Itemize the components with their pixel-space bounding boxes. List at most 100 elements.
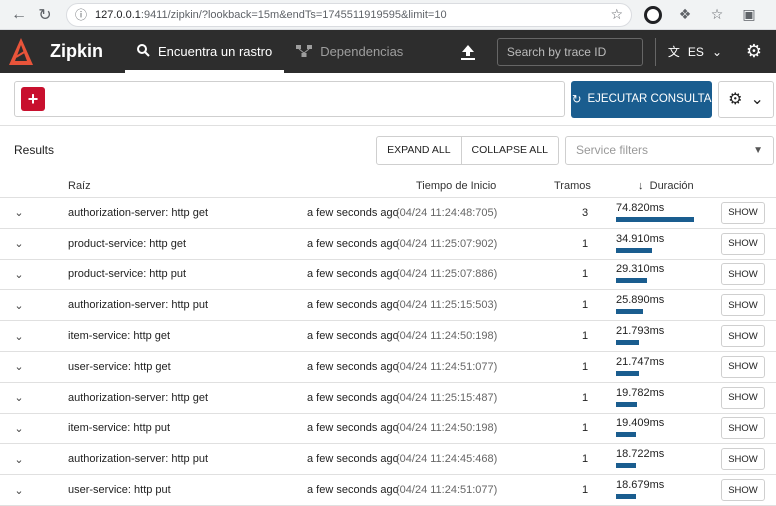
query-criteria-input[interactable]: + [14, 81, 566, 117]
column-duration[interactable]: ↓ Duración [638, 180, 694, 192]
table-row[interactable]: ⌄ authorization-server: http get a few sec… [0, 383, 776, 414]
table-row[interactable]: ⌄ authorization-server: http put a few sec… [0, 444, 776, 476]
collapse-all-button[interactable]: COLLAPSE ALL [460, 136, 558, 164]
show-trace-button[interactable]: SHOW [721, 263, 765, 286]
run-query-button[interactable]: ↻ EJECUTAR CONSULTA [571, 80, 713, 118]
span-count: 1 [582, 330, 589, 343]
chevron-down-icon[interactable]: ⌄ [12, 360, 26, 374]
show-trace-button[interactable]: SHOW [721, 417, 765, 440]
translate-icon: 文 [667, 45, 680, 59]
root-span-name: authorization-server: http get [68, 206, 209, 219]
add-criteria-button[interactable]: + [21, 87, 45, 111]
column-spans[interactable]: Tramos [554, 180, 591, 192]
duration-bar [616, 247, 652, 253]
url-text: 127.0.0.1:9411/zipkin/?lookback=15m&endT… [95, 9, 610, 21]
trace-id-search-input[interactable]: Search by trace ID [496, 37, 643, 66]
duration-cell: 18.722ms [616, 448, 706, 470]
language-selector[interactable]: 文 ES ⌄ [668, 43, 722, 60]
tab-find-trace-label: Encuentra un rastro [158, 44, 273, 59]
profile-icon[interactable] [642, 4, 664, 26]
duration-cell: 18.679ms [616, 479, 706, 501]
chevron-down-icon[interactable]: ⌄ [12, 391, 26, 405]
chevron-down-icon[interactable]: ⌄ [12, 483, 26, 497]
address-bar[interactable]: ⓘ 127.0.0.1:9411/zipkin/?lookback=15m&en… [66, 2, 632, 27]
results-toolbar: Results EXPAND ALL COLLAPSE ALL Service … [0, 126, 776, 174]
table-row[interactable]: ⌄ item-service: http put a few seconds ago… [0, 414, 776, 445]
root-span-name: product-service: http put [68, 268, 187, 281]
relative-time: a few seconds ago [307, 360, 399, 373]
gear-icon[interactable]: ⚙ [740, 38, 768, 66]
service-filters-placeholder: Service filters [576, 143, 649, 157]
duration-cell: 29.310ms [616, 263, 706, 285]
duration-bar [616, 401, 637, 407]
search-icon [137, 43, 150, 60]
table-row[interactable]: ⌄ product-service: http put a few seconds … [0, 260, 776, 291]
caret-down-icon: ▼ [753, 144, 763, 156]
chevron-down-icon[interactable]: ⌄ [12, 421, 26, 435]
duration-value: 74.820ms [616, 201, 665, 214]
column-start-time[interactable]: Tiempo de Inicio [416, 180, 496, 192]
collections-icon[interactable]: ▣ [738, 4, 760, 26]
chevron-down-icon[interactable]: ⌄ [12, 237, 26, 251]
chevron-down-icon[interactable]: ⌄ [12, 298, 26, 312]
tab-dependencies[interactable]: Dependencias [284, 30, 415, 73]
show-trace-button[interactable]: SHOW [721, 448, 765, 471]
browser-toolbar: ← ↻ ⓘ 127.0.0.1:9411/zipkin/?lookback=15… [0, 0, 776, 30]
bookmark-star-icon[interactable]: ☆ [610, 6, 623, 23]
span-count: 1 [582, 360, 589, 373]
duration-bar [616, 370, 639, 376]
column-duration-label: Duración [649, 179, 694, 192]
show-trace-button[interactable]: SHOW [721, 325, 765, 348]
expand-all-button[interactable]: EXPAND ALL [377, 137, 460, 164]
duration-cell: 34.910ms [616, 233, 706, 255]
duration-value: 21.747ms [616, 355, 665, 368]
upload-icon[interactable] [453, 37, 483, 67]
duration-cell: 21.747ms [616, 356, 706, 378]
query-settings-button[interactable]: ⚙ ⌄ [718, 80, 774, 118]
duration-bar [616, 340, 639, 346]
reload-icon[interactable]: ↻ [32, 2, 58, 28]
table-row[interactable]: ⌄ user-service: http put a few seconds ago… [0, 475, 776, 506]
dependencies-icon [296, 44, 313, 60]
show-trace-button[interactable]: SHOW [721, 201, 765, 224]
show-trace-button[interactable]: SHOW [721, 386, 765, 409]
column-root[interactable]: Raíz [68, 180, 91, 192]
show-trace-button[interactable]: SHOW [721, 355, 765, 378]
show-trace-button[interactable]: SHOW [721, 294, 765, 317]
start-timestamp: (04/24 11:24:50:198) [396, 330, 498, 343]
expand-collapse-group: EXPAND ALL COLLAPSE ALL [376, 135, 559, 165]
span-count: 1 [582, 391, 589, 404]
tab-find-trace[interactable]: Encuentra un rastro [125, 30, 285, 73]
table-row[interactable]: ⌄ user-service: http get a few seconds ago… [0, 352, 776, 383]
url-path: :9411/zipkin/?lookback=15m&endTs=1745511… [140, 8, 447, 21]
extensions-icon[interactable]: ❖ [674, 4, 696, 26]
zipkin-logo-icon[interactable] [2, 30, 40, 73]
duration-bar [616, 463, 636, 469]
show-trace-button[interactable]: SHOW [721, 232, 765, 255]
gear-icon: ⚙ [728, 91, 743, 108]
back-icon[interactable]: ← [6, 2, 32, 28]
chevron-down-icon[interactable]: ⌄ [12, 267, 26, 281]
span-count: 1 [582, 237, 589, 250]
relative-time: a few seconds ago [307, 484, 399, 497]
table-row[interactable]: ⌄ authorization-server: http get a few sec… [0, 198, 776, 229]
chevron-down-icon[interactable]: ⌄ [12, 206, 26, 220]
relative-time: a few seconds ago [307, 206, 399, 219]
duration-value: 29.310ms [616, 263, 665, 276]
table-row[interactable]: ⌄ item-service: http get a few seconds ago… [0, 321, 776, 352]
span-count: 3 [582, 206, 589, 219]
table-row[interactable]: ⌄ product-service: http get a few seconds … [0, 229, 776, 260]
service-filters-select[interactable]: Service filters ▼ [565, 135, 774, 165]
root-span-name: product-service: http get [68, 237, 187, 250]
duration-cell: 21.793ms [616, 325, 706, 347]
site-info-icon[interactable]: ⓘ [75, 6, 87, 23]
duration-value: 19.409ms [616, 417, 665, 430]
show-trace-button[interactable]: SHOW [721, 479, 765, 502]
root-span-name: item-service: http get [68, 330, 171, 343]
brand-name: Zipkin [50, 41, 103, 61]
start-timestamp: (04/24 11:25:15:503) [396, 299, 498, 312]
chevron-down-icon[interactable]: ⌄ [12, 329, 26, 343]
table-row[interactable]: ⌄ authorization-server: http put a few sec… [0, 290, 776, 322]
favorites-icon[interactable]: ☆ [706, 4, 728, 26]
chevron-down-icon[interactable]: ⌄ [12, 452, 26, 466]
